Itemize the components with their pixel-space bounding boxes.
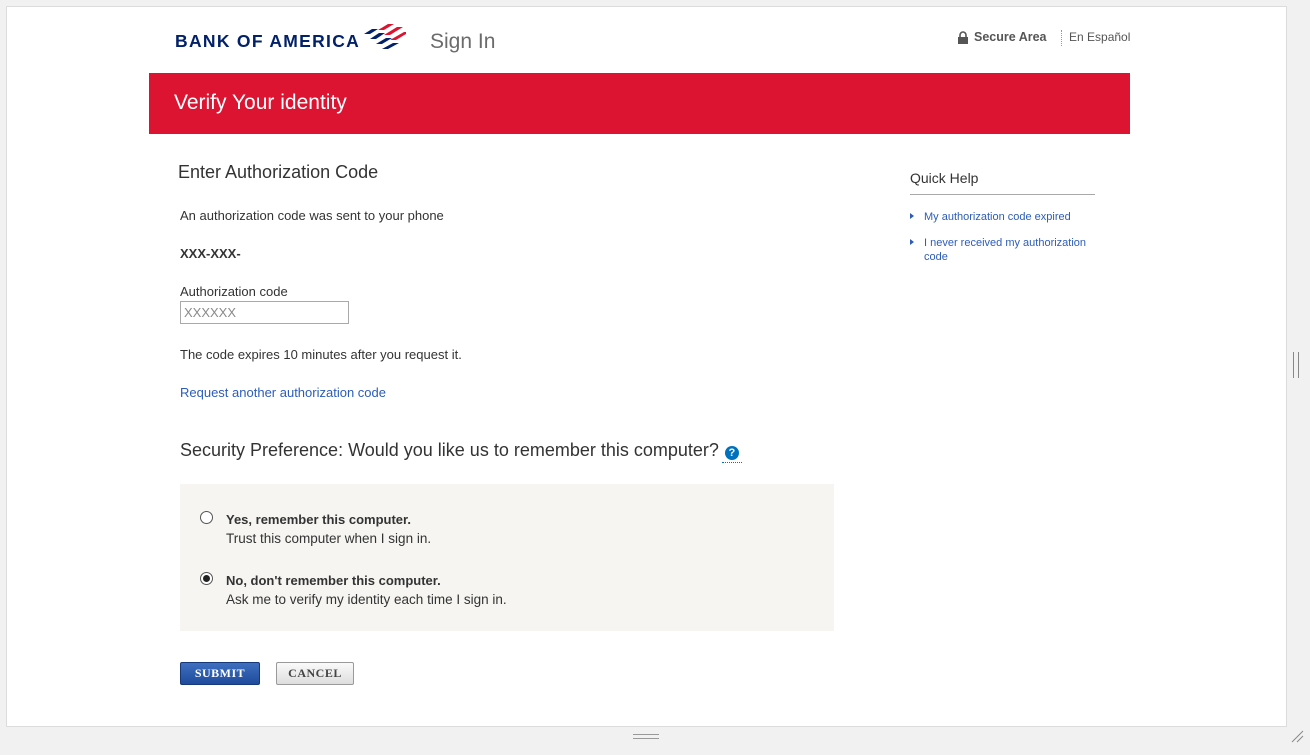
section-heading: Enter Authorization Code <box>178 162 379 182</box>
option-yes-title: Yes, remember this computer. <box>226 512 411 527</box>
banner-title: Verify Your identity <box>174 91 347 114</box>
corner-resize-icon[interactable] <box>1290 729 1304 743</box>
chevron-right-icon <box>910 213 914 219</box>
security-preference-heading: Security Preference: Would you like us t… <box>180 440 739 461</box>
bottom-resize-handle[interactable] <box>633 734 659 739</box>
language-link[interactable]: En Español <box>1069 30 1130 44</box>
quick-help-divider <box>910 194 1095 195</box>
secure-area-label: Secure Area <box>974 30 1047 44</box>
help-icon[interactable]: ? <box>724 445 739 460</box>
expire-message: The code expires 10 minutes after you re… <box>180 347 462 362</box>
bank-logo[interactable]: BANK OF AMERICA <box>175 22 407 52</box>
request-code-link[interactable]: Request another authorization code <box>180 385 386 400</box>
quick-help-title: Quick Help <box>910 170 979 186</box>
option-no-subtitle: Ask me to verify my identity each time I… <box>226 592 507 607</box>
submit-button[interactable]: SUBMIT <box>180 662 260 685</box>
cancel-button[interactable]: CANCEL <box>276 662 354 685</box>
quick-help-link-label: My authorization code expired <box>924 211 1071 223</box>
option-no-title: No, don't remember this computer. <box>226 573 441 588</box>
masked-phone-number: XXX-XXX- <box>180 246 241 261</box>
lock-icon <box>958 30 968 44</box>
page-title: Sign In <box>430 30 496 53</box>
sent-message: An authorization code was sent to your p… <box>180 208 444 223</box>
side-resize-handle[interactable] <box>1293 352 1299 378</box>
security-question: Security Preference: Would you like us t… <box>180 440 719 460</box>
identity-banner: Verify Your identity <box>149 73 1130 134</box>
quick-help-link-not-received[interactable]: I never received my authorization code <box>910 236 1094 264</box>
chevron-right-icon <box>910 239 914 245</box>
option-yes-subtitle: Trust this computer when I sign in. <box>226 531 432 546</box>
logo-text: BANK OF AMERICA <box>175 30 361 51</box>
auth-code-label: Authorization code <box>180 284 288 299</box>
header-divider <box>1061 30 1062 46</box>
radio-remember-yes[interactable] <box>200 511 213 524</box>
secure-area: Secure Area <box>958 30 1047 44</box>
radio-remember-no[interactable] <box>200 572 213 585</box>
flag-logo-icon <box>364 24 407 49</box>
help-icon-underline <box>722 462 742 463</box>
preference-options-box: Yes, remember this computer. Trust this … <box>180 484 834 631</box>
quick-help-link-expired[interactable]: My authorization code expired <box>910 210 1094 224</box>
auth-code-input[interactable] <box>180 301 349 324</box>
quick-help-link-label: I never received my authorization code <box>924 237 1087 263</box>
